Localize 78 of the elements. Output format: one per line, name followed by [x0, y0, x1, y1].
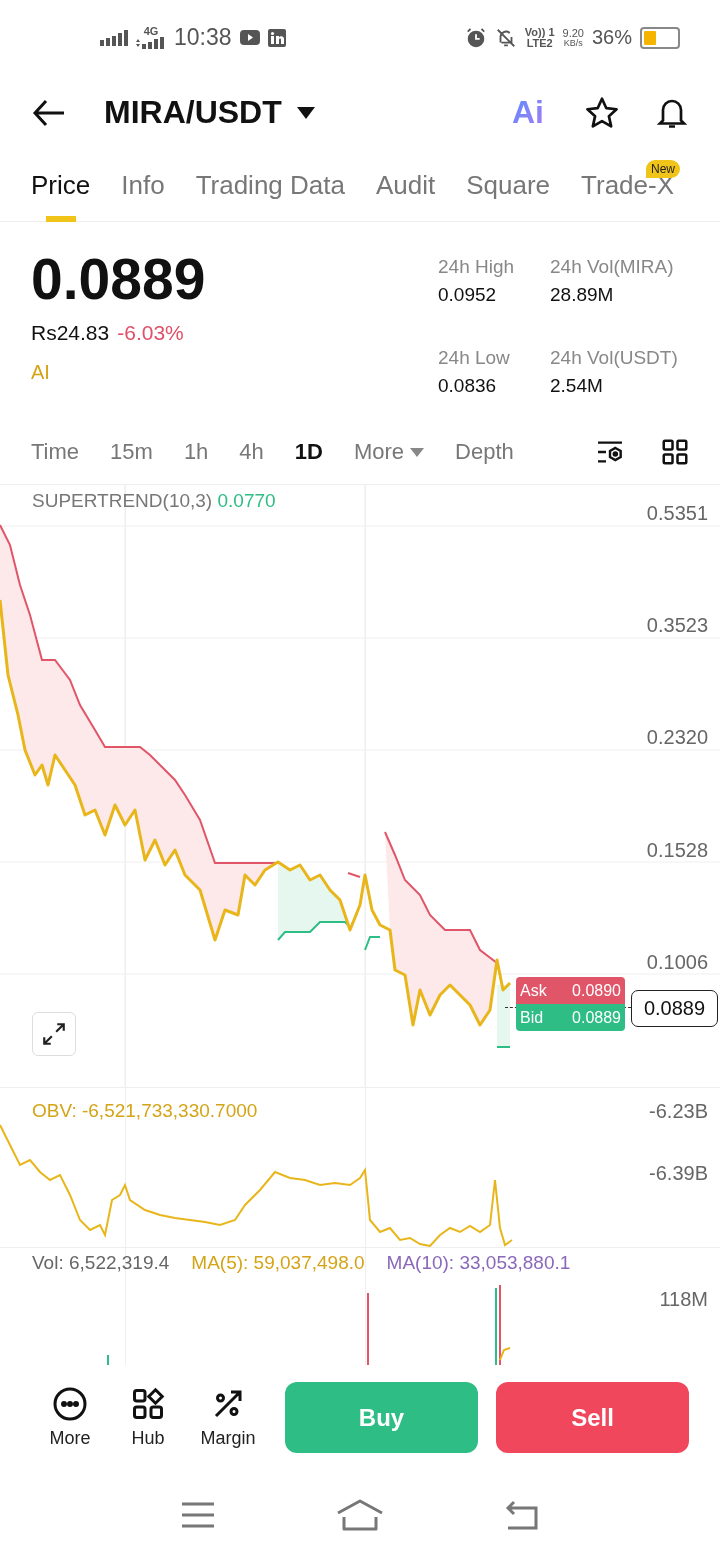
stat-value: 28.89M: [550, 284, 615, 306]
network-type: 4G: [143, 26, 159, 37]
signal-icon: [100, 29, 128, 46]
axis-label: 118M: [659, 1288, 708, 1311]
sell-button[interactable]: Sell: [496, 1382, 689, 1453]
tab[interactable]: Square: [466, 149, 551, 222]
more-icon: [52, 1386, 88, 1422]
obv-label: OBV: -6,521,733,330.7000: [32, 1100, 258, 1122]
caret-icon[interactable]: [295, 105, 316, 120]
price-change: -6.03%: [117, 320, 184, 345]
axis-label: 0.5351: [646, 502, 708, 525]
play-icon: [239, 30, 260, 45]
supertrend-line: [496, 1046, 511, 1048]
grid-icon: [130, 1386, 166, 1422]
volume-label: Vol: 6,522,319.4: [32, 1252, 170, 1274]
pair-title[interactable]: MIRA/USDT: [104, 94, 282, 131]
ask-tag: Ask 0.0890: [516, 977, 625, 1004]
uptrend-area: [497, 985, 510, 1047]
timeframe-option[interactable]: 4h: [239, 439, 264, 465]
timeframe-option[interactable]: More: [353, 439, 425, 465]
home-icon[interactable]: [336, 1499, 384, 1531]
signal-icon: [136, 37, 166, 49]
expand-icon: [41, 1021, 67, 1047]
stat-label: 24h High: [438, 256, 516, 278]
stat-value: 0.0952: [438, 284, 498, 306]
timeframe-option[interactable]: 1h: [183, 439, 209, 465]
moving-average-line: [499, 1347, 511, 1361]
timeframe-option[interactable]: Time: [31, 439, 80, 465]
speed-value: 9.20: [562, 27, 584, 39]
back-arrow-icon[interactable]: [32, 98, 66, 127]
supertrend-line: [364, 936, 381, 951]
tab[interactable]: Price: [31, 149, 91, 222]
social-icon: [267, 28, 286, 47]
buy-button[interactable]: Buy: [285, 1382, 478, 1453]
stat-value: 0.0836: [438, 375, 498, 397]
timeframe-option[interactable]: 15m: [110, 439, 153, 465]
axis-label: 0.1528: [646, 838, 708, 862]
timeframe-option[interactable]: Depth: [455, 439, 514, 465]
axis-label: 0.1006: [646, 950, 708, 974]
stat-label: 24h Vol(MIRA): [550, 256, 675, 278]
tab[interactable]: Audit: [375, 149, 436, 222]
bid-tag: Bid 0.0889: [516, 1004, 625, 1031]
axis-label: -6.39B: [649, 1162, 708, 1185]
axis-label: 0.2320: [646, 726, 708, 750]
last-price: 0.0889: [31, 248, 207, 311]
volte-label: Vo)) 1: [524, 26, 555, 38]
grid-icon[interactable]: [660, 437, 690, 467]
new-badge: New: [646, 159, 681, 178]
speed-unit: KB/s: [563, 38, 583, 48]
stat-label: 24h Low: [438, 347, 511, 369]
ma10-label: MA(10): 33,053,880.1: [386, 1252, 571, 1274]
stat-value: 2.54M: [550, 375, 604, 397]
volte-label: LTE2: [526, 37, 553, 49]
action-button[interactable]: Margin: [188, 1386, 268, 1449]
fiat-price: Rs24.83: [31, 320, 110, 345]
battery-percent: 36%: [591, 26, 632, 49]
action-button[interactable]: More: [40, 1386, 100, 1449]
action-button[interactable]: Hub: [108, 1386, 188, 1449]
supertrend-line: [347, 872, 361, 878]
tab[interactable]: Info: [121, 149, 165, 222]
menu-icon[interactable]: [180, 1501, 216, 1529]
axis-label: 0.3523: [646, 614, 708, 638]
last-price-tag: 0.0889: [631, 990, 718, 1027]
bell-off-icon: [494, 26, 517, 49]
stat-label: 24h Vol(USDT): [550, 347, 679, 369]
supertrend-line: [277, 921, 349, 941]
caret-icon: [410, 447, 425, 457]
indicator-label: SUPERTREND(10,3) 0.0770: [32, 490, 276, 512]
expand-button[interactable]: [32, 1012, 76, 1056]
timeframe-option[interactable]: 1D: [294, 439, 323, 465]
ai-link[interactable]: AI: [31, 360, 438, 384]
ma5-label: MA(5): 59,037,498.0: [191, 1252, 365, 1274]
axis-label: -6.23B: [649, 1100, 708, 1123]
battery-icon: [640, 26, 680, 49]
tab[interactable]: Trading Data: [195, 149, 345, 222]
back-icon[interactable]: [504, 1500, 540, 1530]
star-icon[interactable]: [584, 94, 620, 131]
clock: 10:38: [174, 24, 232, 51]
